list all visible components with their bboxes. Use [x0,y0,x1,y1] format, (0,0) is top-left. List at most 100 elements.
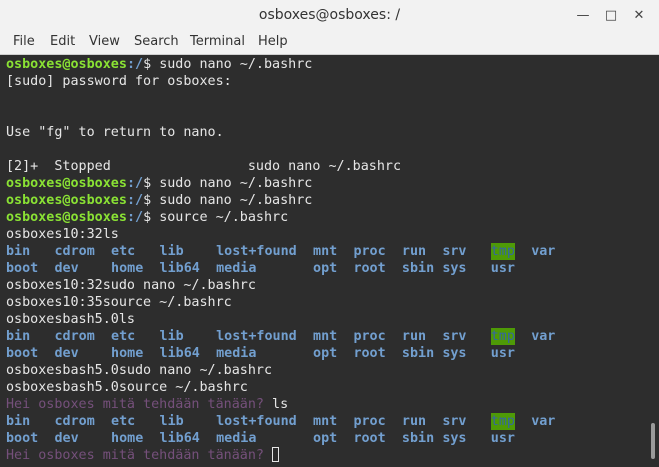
menu-help[interactable]: Help [258,33,288,50]
directory-entry: lib64 [159,346,200,361]
scrollbar[interactable] [645,55,659,467]
output-text: osboxes10:35source ~/.bashrc [6,295,232,310]
terminal-line: Hei osboxes mitä tehdään tänään? [6,447,280,464]
menu-search[interactable]: Search [134,33,179,50]
directory-entry: usr [490,261,515,276]
minimize-icon[interactable]: — [572,4,594,26]
directory-entry: var [531,329,556,344]
directory-entry: proc [353,414,386,429]
prompt-path: :/ [126,210,144,225]
output-text: osboxes10:32ls [6,227,119,242]
title-bar[interactable]: osboxes@osboxes: / — □ ✕ [0,0,659,31]
directory-entry: bin [6,414,31,429]
directory-entry: home [111,261,144,276]
directory-entry: root [353,346,386,361]
directory-entry: proc [353,244,386,259]
output-text: [2]+ Stopped sudo nano ~/.bashrc [6,159,402,174]
terminal-line: boot dev home lib64 media opt root sbin sys usr [6,345,636,362]
directory-entry: bin [6,244,31,259]
directory-entry: sys [442,346,467,361]
menu-file[interactable]: File [13,33,35,50]
custom-prompt: Hei osboxes mitä tehdään tänään? [6,448,273,463]
directory-entry: etc [111,329,136,344]
terminal-line: [2]+ Stopped sudo nano ~/.bashrc [6,158,401,175]
directory-entry: lib [159,244,184,259]
directory-entry: lost+found [216,329,297,344]
directory-entry: etc [111,414,136,429]
prompt-path: :/ [126,176,144,191]
directory-entry: srv [442,244,467,259]
prompt-path: :/ [126,57,144,72]
directory-entry: lib [159,414,184,429]
terminal-output[interactable]: osboxes@osboxes:/$ sudo nano ~/.bashrc [s… [0,55,645,467]
directory-entry: var [531,414,556,429]
command-text: sudo nano ~/.bashrc [159,176,313,191]
directory-entry: media [216,346,257,361]
terminal-line: osboxes10:32sudo nano ~/.bashrc [6,277,256,294]
terminal-line: Use "fg" to return to nano. [6,124,224,141]
directory-entry: mnt [313,414,338,429]
terminal-line: bin cdrom etc lib lost+found mnt proc run srv tmp… [6,328,636,345]
menu-view[interactable]: View [89,33,120,50]
scrollbar-thumb[interactable] [651,423,655,459]
menu-bar: File Edit View Search Terminal Help [0,30,659,55]
menu-edit[interactable]: Edit [50,33,75,50]
directory-entry: root [353,261,386,276]
directory-entry: media [216,261,257,276]
directory-entry: boot [6,346,39,361]
menu-terminal[interactable]: Terminal [190,33,245,50]
directory-entry: sbin [401,346,435,361]
terminal-line: osboxesbash5.0source ~/.bashrc [6,379,248,396]
directory-entry: opt [313,431,338,446]
terminal-line: osboxesbash5.0sudo nano ~/.bashrc [6,362,272,379]
output-text: [sudo] password for osboxes: [6,74,232,89]
terminal-line: osboxes10:35source ~/.bashrc [6,294,232,311]
terminal-line: osboxes@osboxes:/$ source ~/.bashrc [6,209,288,226]
close-icon[interactable]: ✕ [628,4,650,26]
directory-entry: boot [6,431,39,446]
directory-entry: opt [313,261,338,276]
directory-entry: mnt [313,244,338,259]
directory-entry: media [216,431,257,446]
directory-entry: sbin [401,261,435,276]
prompt-user: osboxes@osboxes [6,176,127,191]
directory-entry: cdrom [54,244,95,259]
terminal-line: bin cdrom etc lib lost+found mnt proc run srv tmp… [6,413,636,430]
directory-entry: dev [54,431,79,446]
terminal-line: osboxesbash5.0ls [6,311,135,328]
directory-entry: lib64 [159,431,200,446]
directory-entry: srv [442,414,467,429]
terminal-line: boot dev home lib64 media opt root sbin sys usr [6,260,636,277]
directory-entry: srv [442,329,467,344]
directory-entry: mnt [313,329,338,344]
directory-entry: opt [313,346,338,361]
command-text: sudo nano ~/.bashrc [159,193,313,208]
directory-entry: cdrom [54,329,95,344]
directory-entry: run [401,244,427,259]
directory-entry: bin [6,329,31,344]
terminal-line: boot dev home lib64 media opt root sbin sys usr [6,430,636,447]
prompt-user: osboxes@osboxes [6,57,127,72]
terminal-line: osboxes10:32ls [6,226,119,243]
directory-entry: cdrom [54,414,95,429]
terminal-line: osboxes@osboxes:/$ sudo nano ~/.bashrc [6,56,312,73]
window-title: osboxes@osboxes: / [258,7,401,23]
prompt-user: osboxes@osboxes [6,193,127,208]
directory-entry: sys [442,431,467,446]
terminal-line: Hei osboxes mitä tehdään tänään? ls [6,396,288,413]
maximize-icon[interactable]: □ [600,4,622,26]
terminal-window: osboxes@osboxes: / — □ ✕ File Edit View … [0,0,659,467]
directory-entry: home [111,346,144,361]
directory-entry: usr [490,346,515,361]
output-text: osboxesbash5.0sudo nano ~/.bashrc [6,363,273,378]
directory-entry: run [401,329,427,344]
directory-entry: lost+found [216,244,297,259]
command-text: sudo nano ~/.bashrc [159,57,313,72]
cursor-icon [272,447,280,462]
directory-entry: root [353,431,386,446]
prompt-symbol: $ [143,57,160,72]
custom-prompt: Hei osboxes mitä tehdään tänään? [6,397,273,412]
terminal-line: [sudo] password for osboxes: [6,73,232,90]
directory-entry: tmp [490,243,515,260]
output-text: osboxes10:32sudo nano ~/.bashrc [6,278,256,293]
